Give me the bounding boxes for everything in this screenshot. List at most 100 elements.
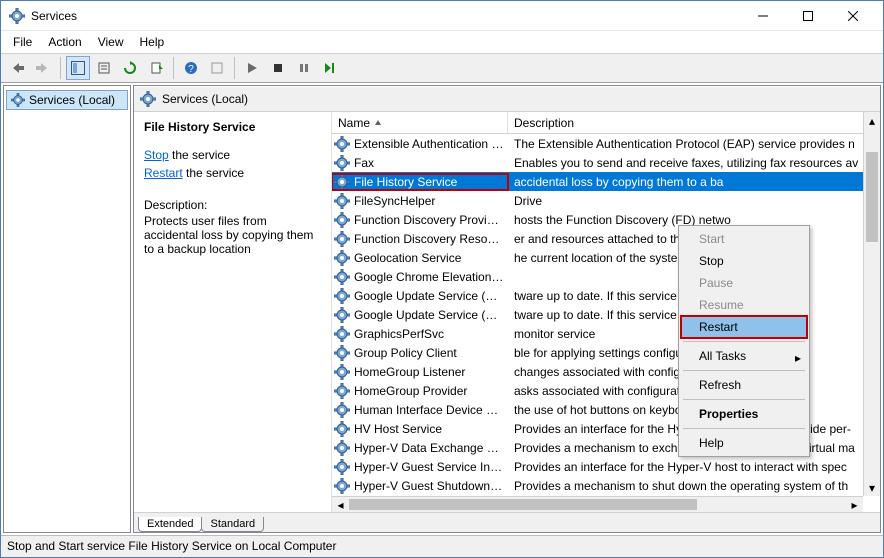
right-pane: Services (Local) File History Service St… bbox=[133, 85, 881, 533]
service-name-cell: Function Discovery Provid… bbox=[332, 212, 508, 228]
hscroll-thumb[interactable] bbox=[349, 499, 697, 510]
tree-root-services-local[interactable]: Services (Local) bbox=[6, 90, 128, 110]
close-button[interactable] bbox=[830, 2, 875, 30]
vertical-scrollbar[interactable]: ▴ ▾ bbox=[863, 112, 880, 496]
col-header-name[interactable]: Name bbox=[332, 112, 508, 133]
service-name: Extensible Authentication P… bbox=[354, 137, 508, 151]
restart-button[interactable] bbox=[318, 56, 342, 80]
gear-icon bbox=[334, 269, 350, 285]
col-header-name-label: Name bbox=[338, 116, 370, 130]
scroll-down-icon[interactable]: ▾ bbox=[864, 479, 880, 496]
service-name: Fax bbox=[354, 156, 508, 170]
ctx-help[interactable]: Help bbox=[681, 432, 807, 454]
gear-icon bbox=[334, 193, 350, 209]
gear-icon bbox=[334, 402, 350, 418]
service-name-cell: Fax bbox=[332, 155, 508, 171]
service-row[interactable]: FileSyncHelperDrive bbox=[332, 191, 880, 210]
service-description: The Extensible Authentication Protocol (… bbox=[508, 137, 880, 151]
restart-service-link[interactable]: Restart bbox=[144, 166, 183, 180]
service-row[interactable]: Hyper-V Guest Service Inter…Provides an … bbox=[332, 457, 880, 476]
show-hide-tree-button[interactable] bbox=[66, 56, 90, 80]
service-name-cell: Geolocation Service bbox=[332, 250, 508, 266]
back-button[interactable] bbox=[5, 56, 29, 80]
ctx-separator bbox=[683, 399, 805, 400]
right-pane-header: Services (Local) bbox=[134, 86, 880, 112]
pause-button[interactable] bbox=[292, 56, 316, 80]
left-tree-pane: Services (Local) bbox=[3, 85, 131, 533]
col-header-description[interactable]: Description bbox=[508, 112, 880, 133]
menu-action[interactable]: Action bbox=[42, 33, 87, 51]
services-icon bbox=[11, 93, 25, 107]
stop-suffix: the service bbox=[169, 148, 230, 162]
gear-icon bbox=[334, 231, 350, 247]
bottom-tabs: Extended Standard bbox=[134, 512, 880, 532]
ctx-start: Start bbox=[681, 228, 807, 250]
ctx-all-tasks[interactable]: All Tasks ▸ bbox=[681, 345, 807, 367]
ctx-stop[interactable]: Stop bbox=[681, 250, 807, 272]
main-content: Services (Local) Services (Local) File H… bbox=[1, 83, 883, 535]
service-row[interactable]: Extensible Authentication P…The Extensib… bbox=[332, 134, 880, 153]
gear-icon bbox=[334, 250, 350, 266]
gear-icon bbox=[334, 307, 350, 323]
help-button[interactable]: ? bbox=[179, 56, 203, 80]
tab-standard[interactable]: Standard bbox=[201, 517, 264, 532]
menu-file[interactable]: File bbox=[7, 33, 38, 51]
sort-asc-icon bbox=[374, 119, 382, 127]
service-row[interactable]: File History Serviceaccidental loss by c… bbox=[332, 172, 880, 191]
service-name-cell: Group Policy Client bbox=[332, 345, 508, 361]
scroll-thumb[interactable] bbox=[866, 152, 878, 242]
forward-button[interactable] bbox=[31, 56, 55, 80]
scroll-right-icon[interactable]: ▸ bbox=[846, 497, 863, 512]
gear-icon bbox=[334, 383, 350, 399]
export-button[interactable] bbox=[144, 56, 168, 80]
services-icon bbox=[140, 91, 156, 107]
gear-icon bbox=[334, 155, 350, 171]
service-name-cell: HomeGroup Listener bbox=[332, 364, 508, 380]
gear-icon bbox=[334, 459, 350, 475]
ctx-restart[interactable]: Restart bbox=[681, 316, 807, 338]
tab-extended[interactable]: Extended bbox=[138, 517, 202, 532]
maximize-button[interactable] bbox=[785, 2, 830, 30]
service-name: Google Chrome Elevation … bbox=[354, 270, 508, 284]
tree-root-label: Services (Local) bbox=[29, 93, 115, 107]
properties-button[interactable] bbox=[92, 56, 116, 80]
service-name-cell: Human Interface Device Se… bbox=[332, 402, 508, 418]
stop-button[interactable] bbox=[266, 56, 290, 80]
gear-icon bbox=[334, 364, 350, 380]
play-button[interactable] bbox=[240, 56, 264, 80]
ctx-refresh[interactable]: Refresh bbox=[681, 374, 807, 396]
menu-view[interactable]: View bbox=[92, 33, 130, 51]
service-name: Geolocation Service bbox=[354, 251, 508, 265]
service-name: GraphicsPerfSvc bbox=[354, 327, 508, 341]
service-name-cell: Hyper-V Guest Shutdown S… bbox=[332, 478, 508, 494]
service-name-cell: File History Service bbox=[332, 174, 508, 190]
service-row[interactable]: Hyper-V Guest Shutdown S…Provides a mech… bbox=[332, 476, 880, 495]
context-menu: Start Stop Pause Resume Restart All Task… bbox=[678, 225, 810, 457]
gear-icon bbox=[334, 421, 350, 437]
scroll-left-icon[interactable]: ◂ bbox=[332, 497, 349, 512]
ctx-properties[interactable]: Properties bbox=[681, 403, 807, 425]
gear-icon bbox=[334, 478, 350, 494]
ctx-separator bbox=[683, 428, 805, 429]
column-headers: Name Description bbox=[332, 112, 880, 134]
titlebar: Services bbox=[1, 1, 883, 31]
gear-icon bbox=[334, 136, 350, 152]
service-name: Google Update Service (g… bbox=[354, 289, 508, 303]
right-pane-title: Services (Local) bbox=[162, 92, 248, 106]
service-name-cell: GraphicsPerfSvc bbox=[332, 326, 508, 342]
service-name-cell: Extensible Authentication P… bbox=[332, 136, 508, 152]
service-name: Hyper-V Guest Service Inter… bbox=[354, 460, 508, 474]
toolbar-unknown-button[interactable] bbox=[205, 56, 229, 80]
service-name-cell: Google Update Service (g… bbox=[332, 307, 508, 323]
ctx-separator bbox=[683, 341, 805, 342]
minimize-button[interactable] bbox=[740, 2, 785, 30]
service-name-cell: FileSyncHelper bbox=[332, 193, 508, 209]
service-list-panel: Name Description Extensible Authenticati… bbox=[332, 112, 880, 512]
menu-help[interactable]: Help bbox=[134, 33, 171, 51]
stop-service-link[interactable]: Stop bbox=[144, 148, 169, 162]
service-description: Provides a mechanism to shut down the op… bbox=[508, 479, 880, 493]
horizontal-scrollbar[interactable]: ◂ ▸ bbox=[332, 496, 863, 512]
scroll-up-icon[interactable]: ▴ bbox=[864, 112, 880, 129]
refresh-button[interactable] bbox=[118, 56, 142, 80]
service-row[interactable]: FaxEnables you to send and receive faxes… bbox=[332, 153, 880, 172]
